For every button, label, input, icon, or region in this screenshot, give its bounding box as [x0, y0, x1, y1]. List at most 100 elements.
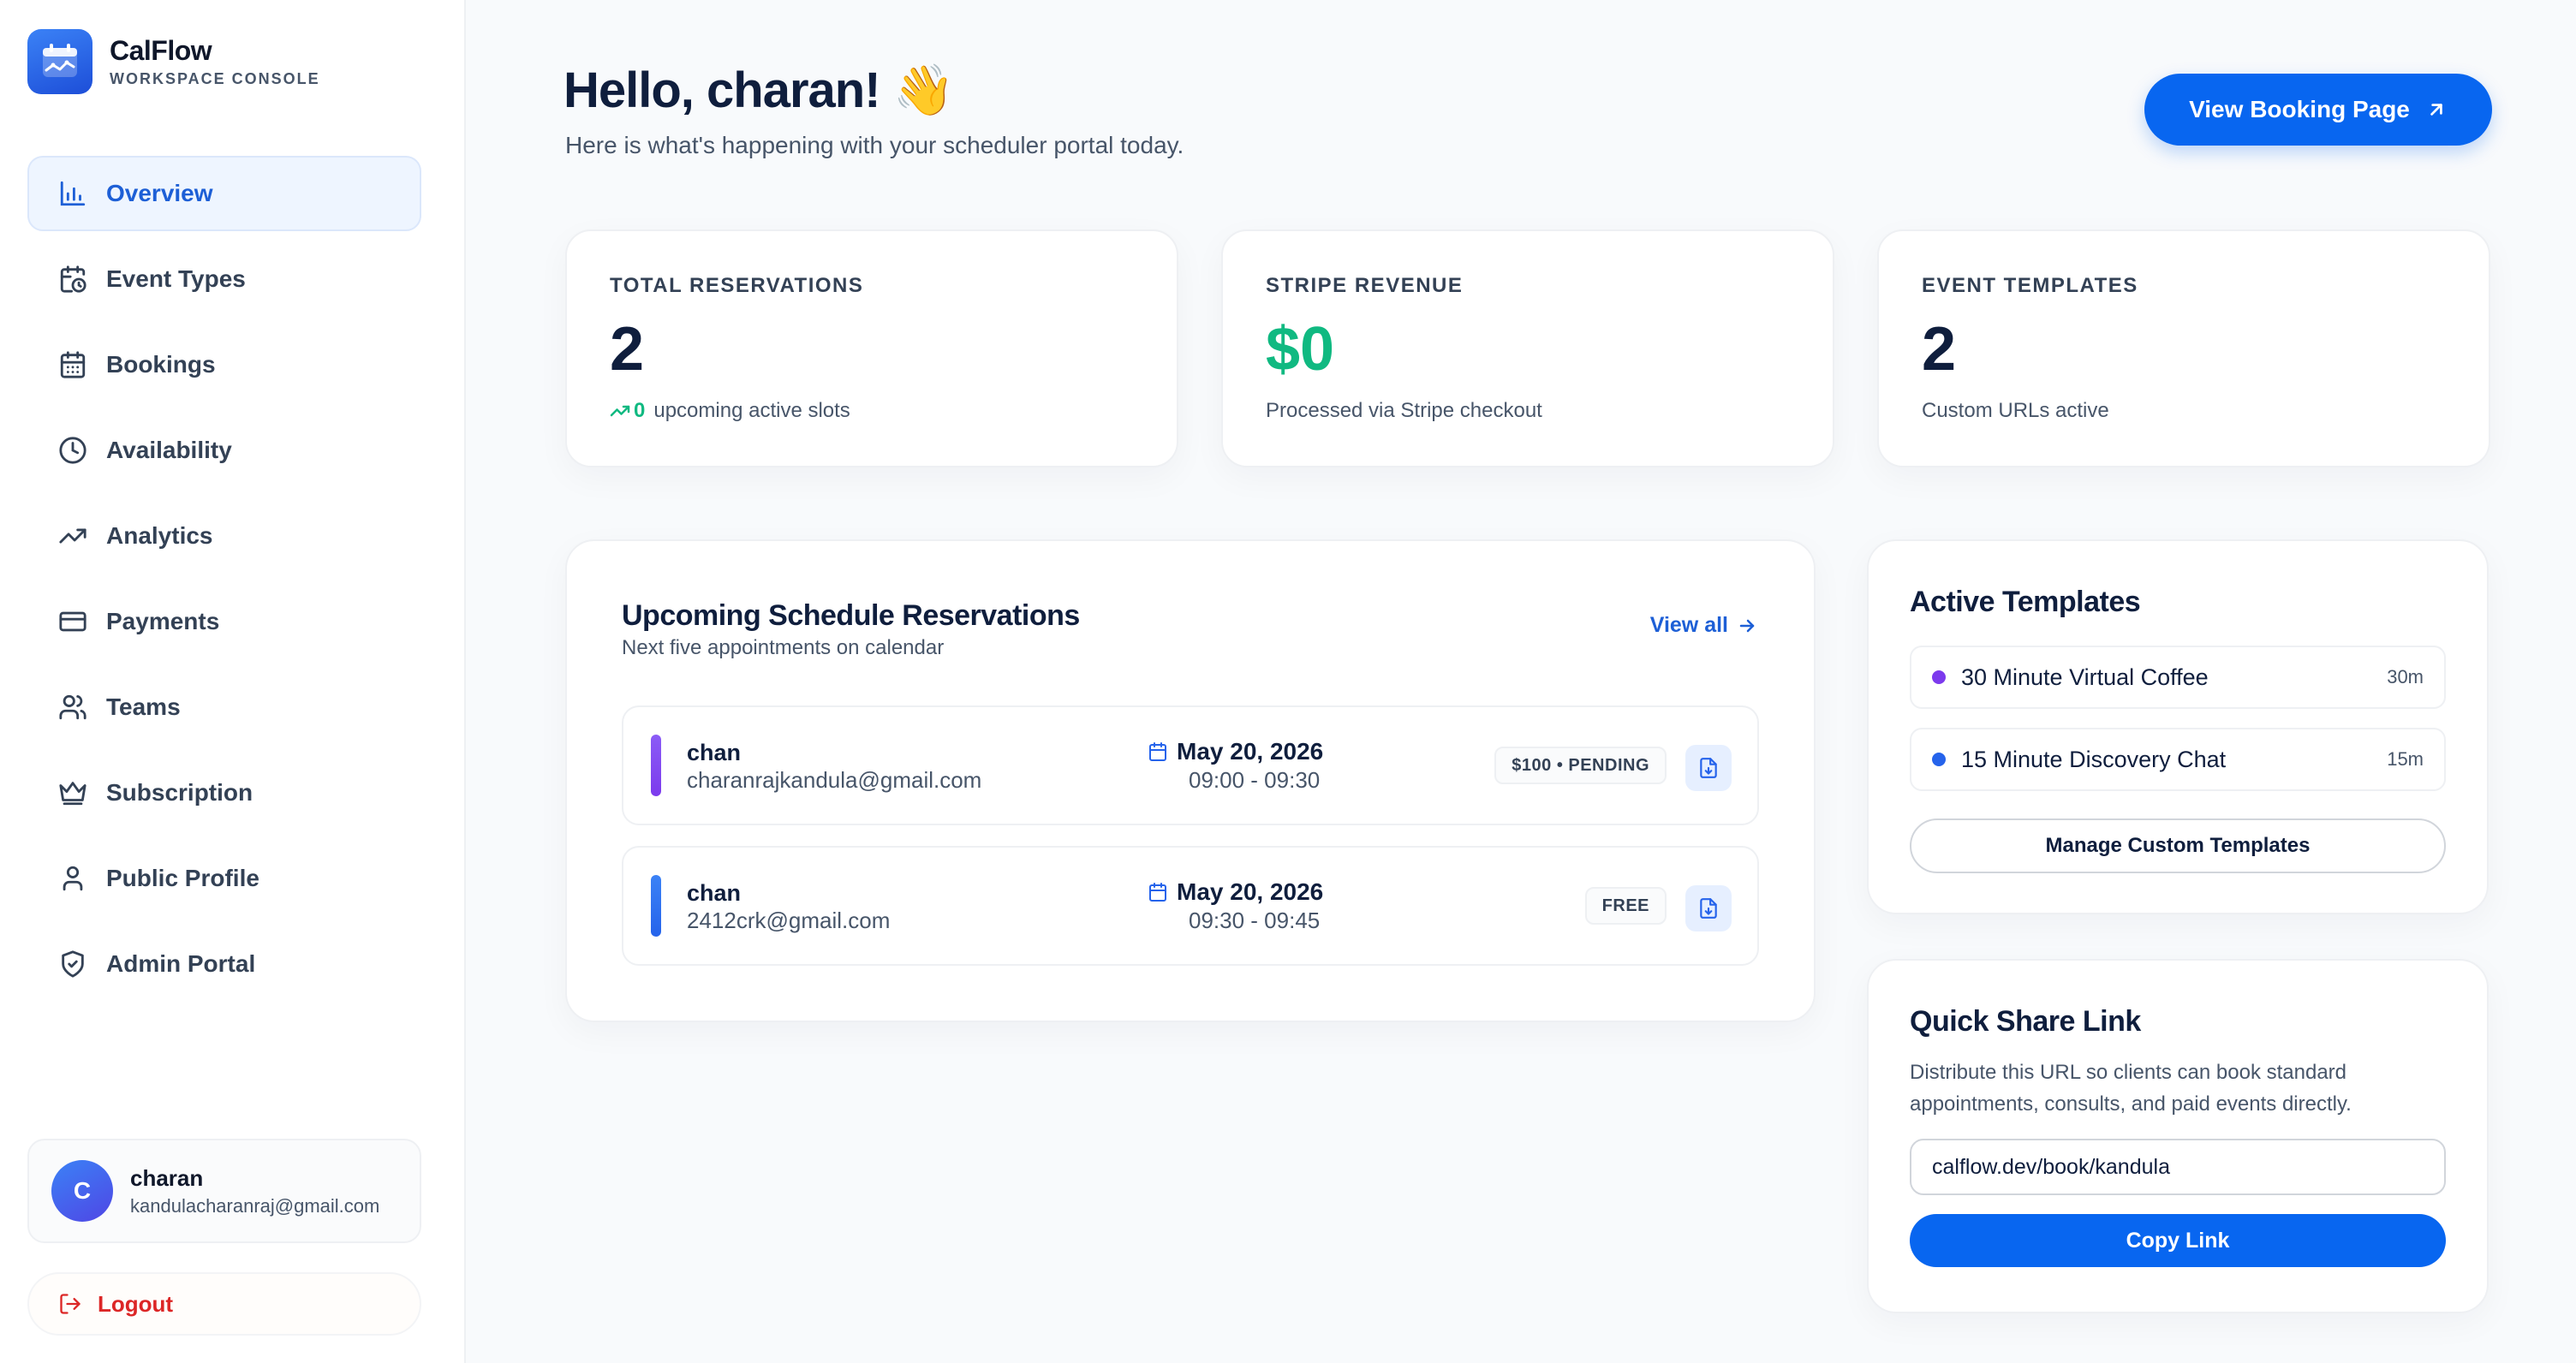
view-booking-page-button[interactable]: View Booking Page — [2144, 74, 2492, 146]
reservation-date-text: May 20, 2026 — [1177, 738, 1324, 765]
stat-footer: 0 upcoming active slots — [610, 399, 1134, 423]
sidebar-item-label: Availability — [106, 437, 232, 463]
reservation-row[interactable]: chan 2412crk@gmail.com May 20, 2026 09:3… — [622, 846, 1759, 966]
calendar-icon — [1149, 742, 1166, 761]
trend-indicator: 0 — [610, 399, 645, 423]
stat-foot-text: upcoming active slots — [653, 399, 850, 422]
sidebar-item-label: Event Types — [106, 265, 246, 292]
sidebar-item-label: Public Profile — [106, 865, 259, 891]
stat-foot-text: Processed via Stripe checkout — [1266, 399, 1542, 422]
sidebar-item-event-types[interactable]: Event Types — [27, 241, 421, 317]
user-name: charan — [130, 1164, 204, 1191]
arrow-right-icon — [1739, 619, 1755, 632]
status-badge: FREE — [1584, 887, 1667, 925]
sidebar-item-teams[interactable]: Teams — [27, 670, 421, 745]
share-description: Distribute this URL so clients can book … — [1910, 1061, 2352, 1116]
sidebar-item-subscription[interactable]: Subscription — [27, 755, 421, 830]
reservation-row[interactable]: chan charanrajkandula@gmail.com May 20, … — [622, 705, 1759, 825]
reservation-email: charanrajkandula@gmail.com — [687, 767, 982, 793]
calendar-icon — [60, 351, 86, 378]
trending-up-icon — [610, 405, 630, 417]
sidebar-item-label: Analytics — [106, 522, 213, 549]
stat-card-total-reservations: TOTAL RESERVATIONS 2 0 upcoming active s… — [565, 229, 1178, 467]
stat-value: 2 — [1922, 315, 1957, 384]
stat-foot-text: Custom URLs active — [1922, 399, 2109, 422]
file-download-icon — [1700, 758, 1717, 778]
sidebar-item-label: Bookings — [106, 351, 216, 378]
user-email: kandulacharanraj@gmail.com — [130, 1194, 380, 1217]
logout-button[interactable]: Logout — [27, 1272, 421, 1336]
logout-icon — [60, 1294, 80, 1314]
sidebar-item-admin-portal[interactable]: Admin Portal — [27, 926, 421, 1002]
arrow-up-right-icon — [2430, 104, 2442, 116]
reservation-name: chan — [687, 880, 742, 906]
main-content: Hello, charan! 👋 Here is what's happenin… — [466, 0, 2576, 1363]
sidebar-item-label: Payments — [106, 608, 220, 634]
user-icon — [63, 866, 83, 891]
user-card[interactable]: C charan kandulacharanraj@gmail.com — [27, 1139, 421, 1243]
manage-templates-button[interactable]: Manage Custom Templates — [1910, 818, 2446, 873]
crown-icon — [59, 782, 86, 806]
sidebar-item-analytics[interactable]: Analytics — [27, 498, 421, 574]
stat-card-stripe-revenue: STRIPE REVENUE $0 Processed via Stripe c… — [1221, 229, 1834, 467]
reservation-time: 09:00 - 09:30 — [1189, 767, 1321, 793]
bar-chart-icon — [60, 181, 86, 206]
shield-icon — [62, 950, 84, 978]
reservation-color-bar — [651, 735, 661, 796]
reservation-time: 09:30 - 09:45 — [1189, 908, 1321, 933]
page-title: Hello, charan! 👋 — [564, 62, 955, 118]
stat-card-event-templates: EVENT TEMPLATES 2 Custom URLs active — [1877, 229, 2490, 467]
sidebar-item-label: Subscription — [106, 779, 253, 806]
template-item[interactable]: 15 Minute Discovery Chat 15m — [1910, 728, 2446, 791]
share-title: Quick Share Link — [1910, 1005, 2141, 1038]
share-url-input[interactable]: calflow.dev/book/kandula — [1910, 1139, 2446, 1195]
copy-link-button[interactable]: Copy Link — [1910, 1214, 2446, 1267]
template-color-dot — [1932, 670, 1946, 684]
sidebar-nav: Overview Event Types Bookings Availabili… — [27, 156, 421, 1002]
reservation-date: May 20, 2026 — [1148, 738, 1323, 765]
template-name: 30 Minute Virtual Coffee — [1961, 664, 2209, 690]
logout-label: Logout — [98, 1290, 174, 1317]
reservations-title: Upcoming Schedule Reservations — [622, 599, 1080, 632]
view-all-link[interactable]: View all — [1650, 613, 1757, 638]
stat-label: EVENT TEMPLATES — [1922, 274, 2138, 297]
page-subtitle: Here is what's happening with your sched… — [565, 132, 1184, 158]
trending-up-icon — [59, 528, 86, 544]
reservation-name: chan — [687, 740, 742, 765]
active-templates-card: Active Templates 30 Minute Virtual Coffe… — [1867, 539, 2489, 914]
sidebar-item-label: Admin Portal — [106, 950, 256, 977]
templates-title: Active Templates — [1910, 586, 2141, 618]
sidebar-item-bookings[interactable]: Bookings — [27, 327, 421, 402]
sidebar-item-availability[interactable]: Availability — [27, 413, 421, 488]
template-item[interactable]: 30 Minute Virtual Coffee 30m — [1910, 646, 2446, 709]
credit-card-icon — [59, 611, 86, 632]
trend-value: 0 — [634, 399, 646, 422]
sidebar-item-label: Teams — [106, 693, 181, 720]
stat-label: STRIPE REVENUE — [1266, 274, 1464, 297]
view-all-label: View all — [1649, 613, 1728, 637]
brand-subtitle: WORKSPACE CONSOLE — [110, 70, 320, 87]
download-ics-button[interactable] — [1685, 885, 1732, 931]
download-ics-button[interactable] — [1685, 745, 1732, 791]
clock-icon — [59, 437, 86, 464]
stat-value: 2 — [610, 315, 645, 384]
calendar-icon — [1149, 883, 1166, 902]
status-badge: $100 • PENDING — [1494, 747, 1667, 784]
sidebar-item-payments[interactable]: Payments — [27, 584, 421, 659]
reservation-date-text: May 20, 2026 — [1177, 878, 1324, 905]
sidebar-item-label: Overview — [106, 180, 213, 206]
stat-value: $0 — [1266, 315, 1335, 384]
view-booking-label: View Booking Page — [2189, 96, 2410, 122]
sidebar-item-overview[interactable]: Overview — [27, 156, 421, 231]
reservation-email: 2412crk@gmail.com — [687, 908, 891, 933]
brand-name: CalFlow — [110, 35, 212, 66]
quick-share-card: Quick Share Link Distribute this URL so … — [1867, 959, 2489, 1313]
reservation-date: May 20, 2026 — [1148, 878, 1323, 906]
brand[interactable]: CalFlow WORKSPACE CONSOLE — [27, 29, 421, 94]
avatar: C — [51, 1160, 113, 1222]
sidebar: CalFlow WORKSPACE CONSOLE Overview Event… — [0, 0, 466, 1363]
reservations-subtitle: Next five appointments on calendar — [622, 636, 945, 659]
sidebar-item-public-profile[interactable]: Public Profile — [27, 841, 421, 916]
file-download-icon — [1700, 898, 1717, 919]
calendar-clock-icon — [60, 265, 86, 293]
